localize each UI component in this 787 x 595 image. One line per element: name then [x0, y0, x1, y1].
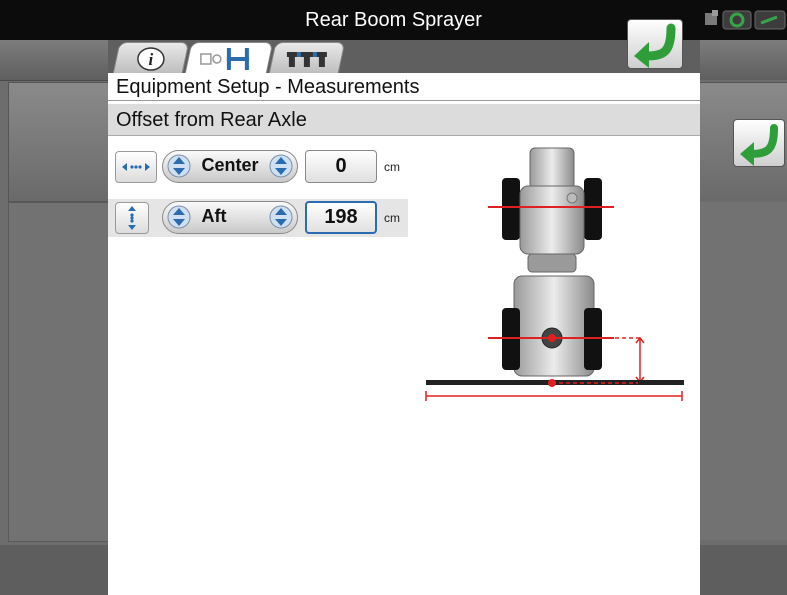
foreaft-offset-unit: cm: [384, 211, 400, 225]
sprayer-body: [502, 275, 602, 377]
status-icons: [703, 8, 787, 32]
equipment-diagram: [418, 140, 690, 410]
foreaft-direction-selector[interactable]: Aft: [162, 201, 298, 234]
left-panel-top: [0, 40, 108, 81]
back-button[interactable]: [627, 19, 683, 69]
lateral-axis-button[interactable]: [115, 151, 157, 183]
info-icon: i: [137, 46, 165, 71]
tab-measurements[interactable]: [184, 42, 274, 74]
lateral-direction-selector[interactable]: Center: [162, 150, 298, 183]
antenna-icon: [722, 10, 752, 30]
page-title: Equipment Setup - Measurements: [108, 73, 700, 101]
vertical-arrows-icon: [128, 206, 136, 230]
foreaft-axis-button[interactable]: [115, 202, 149, 234]
tab-sections[interactable]: [268, 42, 346, 74]
left-panel-bottom: [0, 545, 108, 595]
svg-text:i: i: [149, 50, 154, 69]
right-panel-button[interactable]: [700, 82, 787, 201]
left-panel-button[interactable]: [8, 82, 110, 202]
connection-icon: [754, 10, 786, 30]
lateral-direction-value: Center: [201, 155, 259, 175]
boom-sections-icon: [286, 51, 327, 67]
spin-right-icon: [269, 205, 293, 229]
back-arrow-icon: [740, 124, 778, 166]
section-header: Offset from Rear Axle: [108, 104, 700, 136]
back-arrow-icon: [634, 23, 676, 68]
horizontal-arrows-icon: [122, 163, 150, 171]
side-back-button[interactable]: [733, 119, 785, 167]
right-panel-bottom: [700, 545, 787, 595]
foreaft-direction-value: Aft: [201, 206, 227, 226]
spin-right-icon: [269, 154, 293, 178]
equipment-measure-icon: [200, 47, 249, 70]
right-panel-top: [700, 40, 787, 80]
left-panel-area: [8, 202, 110, 542]
tractor-body: [519, 147, 585, 273]
lateral-offset-row: Center 0 cm: [108, 148, 408, 186]
lateral-offset-input[interactable]: 0: [305, 150, 377, 183]
tab-info[interactable]: i: [112, 42, 190, 74]
foreaft-offset-row: Aft 198 cm: [108, 199, 408, 237]
foreaft-offset-input[interactable]: 198: [305, 201, 377, 234]
lateral-offset-unit: cm: [384, 160, 400, 174]
tab-strip: i: [108, 40, 700, 74]
gps-status-icon: [705, 10, 718, 25]
right-panel-area: [700, 202, 787, 540]
